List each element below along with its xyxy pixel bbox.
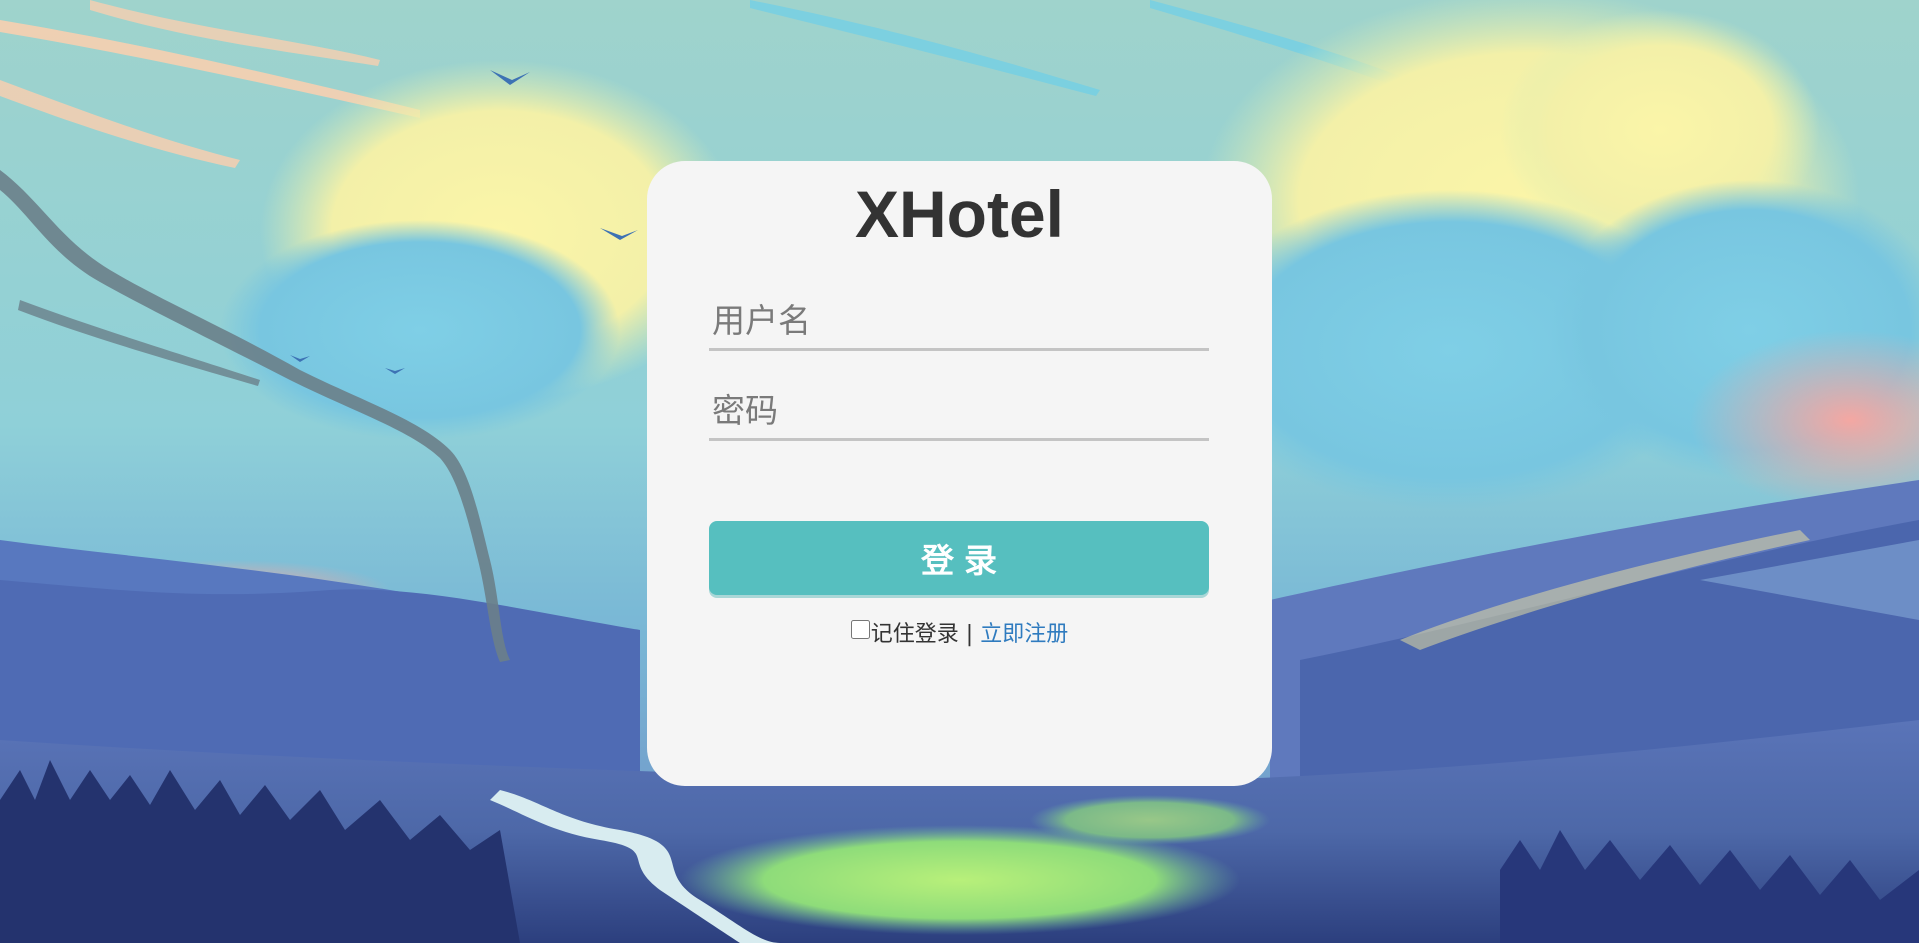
login-card: XHotel 登录 记住登录 | 立即注册 — [647, 161, 1272, 786]
password-input[interactable] — [709, 383, 1209, 441]
remember-row: 记住登录 | 立即注册 — [647, 616, 1272, 648]
username-input[interactable] — [709, 293, 1209, 351]
register-link[interactable]: 立即注册 — [980, 622, 1068, 647]
app-title: XHotel — [854, 177, 1065, 251]
remember-label[interactable]: 记住登录 — [871, 622, 959, 647]
remember-checkbox[interactable] — [850, 620, 870, 639]
separator: | — [965, 622, 974, 647]
login-button[interactable]: 登录 — [709, 521, 1209, 595]
